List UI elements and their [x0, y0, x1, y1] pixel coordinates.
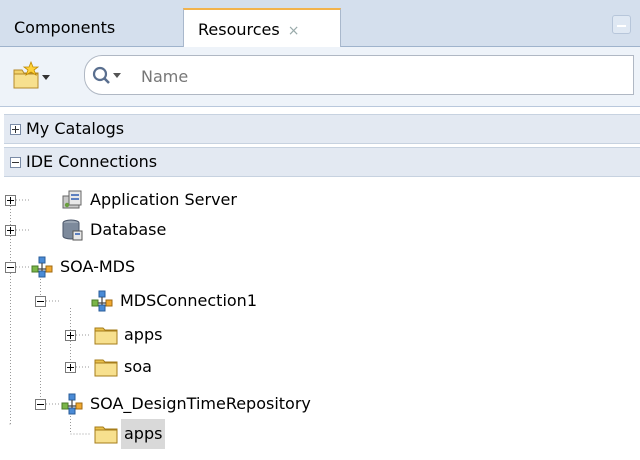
folder-icon [94, 359, 118, 377]
tree-item-label: Database [90, 220, 167, 239]
panel-tab-bar: Components Resources × [0, 0, 640, 47]
close-icon[interactable]: × [288, 23, 300, 39]
mds-connection-icon [91, 290, 113, 312]
tab-resources[interactable]: Resources × [183, 8, 341, 47]
application-server-icon [62, 190, 82, 209]
tab-components[interactable]: Components [0, 8, 178, 47]
mds-connection-icon [61, 393, 83, 415]
tree-item-label: soa [124, 357, 152, 376]
tree-item-label: MDSConnection1 [120, 291, 257, 310]
collapse-icon[interactable] [35, 399, 46, 410]
folder-icon [94, 327, 118, 345]
expand-icon[interactable] [5, 225, 16, 236]
section-my-catalogs-label: My Catalogs [26, 119, 125, 138]
expand-icon[interactable] [65, 362, 76, 373]
folder-icon [94, 426, 118, 444]
tree-item-label: apps [124, 325, 163, 344]
expand-icon[interactable] [5, 195, 16, 206]
section-ide-connections[interactable]: IDE Connections [4, 147, 640, 177]
search-icon[interactable] [91, 64, 135, 88]
expand-icon[interactable] [10, 124, 21, 135]
tree-item-label: apps [121, 419, 166, 449]
minimize-icon[interactable] [612, 15, 631, 34]
tree-item-label: SOA_DesignTimeRepository [90, 394, 311, 413]
mds-repository-icon [31, 256, 53, 278]
tab-components-label: Components [14, 18, 116, 37]
section-ide-connections-label: IDE Connections [26, 152, 158, 171]
new-dropdown-button[interactable] [12, 60, 52, 91]
connections-tree: Application Server Database SOA-MDS MDSC… [0, 178, 640, 460]
collapse-icon[interactable] [5, 262, 16, 273]
tab-resources-label: Resources [198, 20, 280, 39]
search-field[interactable] [84, 55, 634, 95]
section-my-catalogs[interactable]: My Catalogs [4, 114, 640, 144]
tree-item-label: Application Server [90, 190, 237, 209]
collapse-icon[interactable] [10, 157, 21, 168]
new-folder-star-icon [13, 60, 50, 89]
expand-icon[interactable] [65, 330, 76, 341]
toolbar [0, 47, 640, 107]
collapse-icon[interactable] [35, 296, 46, 307]
database-icon [62, 219, 83, 241]
search-input[interactable] [139, 62, 623, 90]
tree-item-label: SOA-MDS [60, 257, 136, 276]
